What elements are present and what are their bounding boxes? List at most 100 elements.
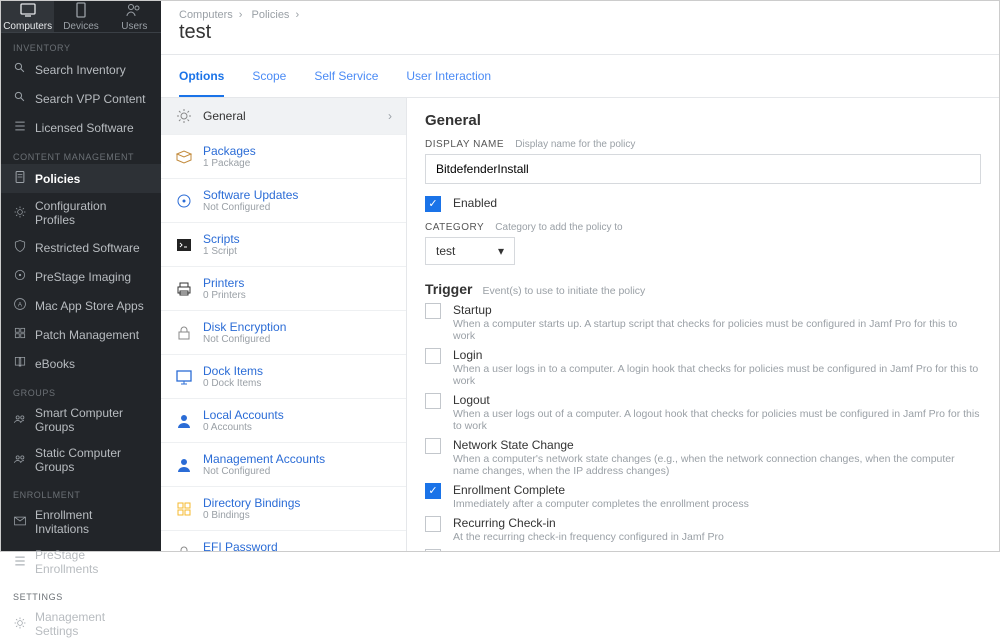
list-icon <box>13 119 27 136</box>
sidebar-item-patch-management[interactable]: Patch Management <box>1 320 161 349</box>
payload-scripts[interactable]: Scripts1 Script <box>161 223 406 267</box>
payload-software-updates[interactable]: Software UpdatesNot Configured <box>161 179 406 223</box>
group-icon <box>13 412 27 429</box>
tab-options[interactable]: Options <box>179 55 224 97</box>
trigger-label: Logout <box>453 393 981 407</box>
trigger-checkbox[interactable] <box>425 516 441 532</box>
trigger-login: LoginWhen a user logs in to a computer. … <box>425 348 981 387</box>
shield-icon <box>13 239 27 256</box>
user-icon <box>175 456 193 474</box>
trigger-checkbox[interactable] <box>425 348 441 364</box>
sidebar-tab-computers[interactable]: Computers <box>1 1 54 32</box>
payload-printers[interactable]: Printers0 Printers <box>161 267 406 311</box>
list-icon <box>13 554 27 571</box>
chevron-right-icon: › <box>388 109 392 123</box>
term-icon <box>175 236 193 254</box>
trigger-startup: StartupWhen a computer starts up. A star… <box>425 303 981 342</box>
sidebar-item-management-settings[interactable]: Management Settings <box>1 604 161 644</box>
display-name-label: DISPLAY NAME Display name for the policy <box>425 139 981 150</box>
sidebar-item-prestage-enrollments[interactable]: PreStage Enrollments <box>1 542 161 582</box>
payload-efi-password[interactable]: EFI PasswordNot Configured <box>161 531 406 551</box>
trigger-desc: When a user logs out of a computer. A lo… <box>453 408 981 432</box>
gear-icon <box>13 205 27 222</box>
monitor-icon <box>175 368 193 386</box>
trigger-logout: LogoutWhen a user logs out of a computer… <box>425 393 981 432</box>
breadcrumb-item[interactable]: Policies <box>252 9 290 21</box>
trigger-network-state-change: Network State ChangeWhen a computer's ne… <box>425 438 981 477</box>
display-name-input[interactable] <box>425 154 981 184</box>
sidebar-item-search-vpp-content[interactable]: Search VPP Content <box>1 84 161 113</box>
search-icon <box>13 61 27 78</box>
trigger-recurring-check-in: Recurring Check-inAt the recurring check… <box>425 516 981 543</box>
payload-dock-items[interactable]: Dock Items0 Dock Items <box>161 355 406 399</box>
breadcrumb: Computers› Policies› <box>161 1 999 21</box>
sidebar-item-smart-computer-groups[interactable]: Smart Computer Groups <box>1 400 161 440</box>
trigger-checkbox[interactable] <box>425 303 441 319</box>
trigger-desc: When a computer starts up. A startup scr… <box>453 318 981 342</box>
box-icon <box>175 148 193 166</box>
sidebar-item-restricted-software[interactable]: Restricted Software <box>1 233 161 262</box>
trigger-label: Network State Change <box>453 438 981 452</box>
disk-icon <box>175 192 193 210</box>
trigger-desc: At the recurring check-in frequency conf… <box>453 531 981 543</box>
lock-icon <box>175 544 193 552</box>
payload-disk-encryption[interactable]: Disk EncryptionNot Configured <box>161 311 406 355</box>
breadcrumb-item[interactable]: Computers <box>179 9 233 21</box>
trigger-checkbox[interactable] <box>425 549 441 551</box>
gear-icon <box>175 107 193 125</box>
doc-icon <box>13 170 27 187</box>
sidebar: ComputersDevicesUsers INVENTORYSearch In… <box>1 1 161 551</box>
svg-text:A: A <box>18 301 23 308</box>
tabs: Options Scope Self Service User Interaction <box>161 55 999 97</box>
sidebar-item-static-computer-groups[interactable]: Static Computer Groups <box>1 440 161 480</box>
tab-scope[interactable]: Scope <box>252 55 286 97</box>
sidebar-item-enrollment-invitations[interactable]: Enrollment Invitations <box>1 502 161 542</box>
trigger-desc: When a user logs in to a computer. A log… <box>453 363 981 387</box>
trigger-desc: Immediately after a computer completes t… <box>453 498 981 510</box>
tab-user-interaction[interactable]: User Interaction <box>406 55 491 97</box>
sidebar-item-search-inventory[interactable]: Search Inventory <box>1 55 161 84</box>
payload-general[interactable]: General› <box>161 98 406 135</box>
trigger-checkbox[interactable] <box>425 438 441 454</box>
payload-directory-bindings[interactable]: Directory Bindings0 Bindings <box>161 487 406 531</box>
disk-icon <box>13 268 27 285</box>
payload-packages[interactable]: Packages1 Package <box>161 135 406 179</box>
tab-self-service[interactable]: Self Service <box>314 55 378 97</box>
trigger-label: Startup <box>453 303 981 317</box>
enabled-checkbox[interactable] <box>425 196 441 212</box>
category-select[interactable]: test ▾ <box>425 237 515 265</box>
trigger-checkbox[interactable] <box>425 393 441 409</box>
sidebar-tab-users[interactable]: Users <box>108 1 161 32</box>
chevron-down-icon: ▾ <box>498 244 504 258</box>
trigger-heading: Trigger Event(s) to use to initiate the … <box>425 281 981 297</box>
sidebar-item-licensed-software[interactable]: Licensed Software <box>1 113 161 142</box>
lock-icon <box>175 324 193 342</box>
trigger-enrollment-complete: Enrollment CompleteImmediately after a c… <box>425 483 981 510</box>
sidebar-section: ENROLLMENT <box>1 480 161 502</box>
sidebar-item-configuration-profiles[interactable]: Configuration Profiles <box>1 193 161 233</box>
sidebar-nav: INVENTORYSearch InventorySearch VPP Cont… <box>1 33 161 644</box>
section-heading-general: General <box>425 112 981 129</box>
sidebar-item-mac-app-store-apps[interactable]: AMac App Store Apps <box>1 291 161 320</box>
sidebar-section: INVENTORY <box>1 33 161 55</box>
trigger-label: Login <box>453 348 981 362</box>
main: Computers› Policies› test Options Scope Se… <box>161 1 999 551</box>
trigger-label: Enrollment Complete <box>453 483 981 497</box>
user-icon <box>175 412 193 430</box>
page-title: test <box>161 21 999 54</box>
payload-management-accounts[interactable]: Management AccountsNot Configured <box>161 443 406 487</box>
sidebar-item-ebooks[interactable]: eBooks <box>1 349 161 378</box>
payload-list: General›Packages1 PackageSoftware Update… <box>161 98 407 551</box>
sidebar-item-prestage-imaging[interactable]: PreStage Imaging <box>1 262 161 291</box>
grid-icon <box>13 326 27 343</box>
trigger-checkbox[interactable] <box>425 483 441 499</box>
category-label: CATEGORY Category to add the policy to <box>425 222 981 233</box>
sidebar-tab-devices[interactable]: Devices <box>54 1 107 32</box>
payload-local-accounts[interactable]: Local Accounts0 Accounts <box>161 399 406 443</box>
mail-icon <box>13 514 27 531</box>
group-icon <box>13 452 27 469</box>
trigger-desc: When a computer's network state changes … <box>453 453 981 477</box>
sidebar-item-policies[interactable]: Policies <box>1 164 161 193</box>
sidebar-section: CONTENT MANAGEMENT <box>1 142 161 164</box>
search-icon <box>13 90 27 107</box>
